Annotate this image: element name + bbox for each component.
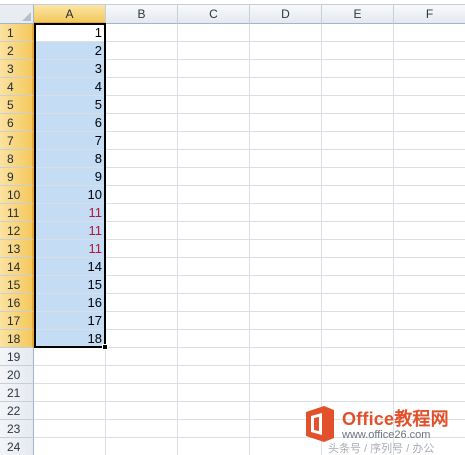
cell-a12[interactable]: 11	[34, 222, 106, 240]
select-all-triangle-icon	[22, 12, 31, 21]
row-header-11[interactable]: 11	[0, 204, 34, 222]
column-headers: A B C D E F	[34, 5, 465, 24]
row-header-1[interactable]: 1	[0, 24, 34, 42]
cell-a1[interactable]: 1	[34, 24, 106, 42]
column-header-e[interactable]: E	[322, 5, 394, 24]
row-header-5[interactable]: 5	[0, 96, 34, 114]
cell-a15[interactable]: 15	[34, 276, 106, 294]
row-header-2[interactable]: 2	[0, 42, 34, 60]
row-header-6[interactable]: 6	[0, 114, 34, 132]
watermark-subtitle: 头条号 / 序列号 / 办公	[328, 443, 435, 455]
cell-a9[interactable]: 9	[34, 168, 106, 186]
column-header-f[interactable]: F	[394, 5, 465, 24]
cell-a4[interactable]: 4	[34, 78, 106, 96]
spreadsheet-window: A B C D E F 1 2 3 4 5 6 7 8 9 10 11 12 13 14 15 16 17 18 1…	[0, 0, 465, 455]
column-header-d[interactable]: D	[250, 5, 322, 24]
row-header-8[interactable]: 8	[0, 150, 34, 168]
cell-a3[interactable]: 3	[34, 60, 106, 78]
column-header-c[interactable]: C	[178, 5, 250, 24]
row-header-12[interactable]: 12	[0, 222, 34, 240]
row-header-20[interactable]: 20	[0, 366, 34, 384]
cell-a13[interactable]: 11	[34, 240, 106, 258]
fill-handle[interactable]	[102, 344, 108, 350]
column-a-cells: 1 2 3 4 5 6 7 8 9 10 11 11 11 14 15 16 17 18	[34, 24, 106, 348]
cell-a8[interactable]: 8	[34, 150, 106, 168]
row-headers: 1 2 3 4 5 6 7 8 9 10 11 12 13 14 15 16 17 18 19 20 21 22 23 24	[0, 24, 34, 455]
column-header-b[interactable]: B	[106, 5, 178, 24]
cell-a18[interactable]: 18	[34, 330, 106, 348]
row-header-24[interactable]: 24	[0, 438, 34, 455]
cell-a6[interactable]: 6	[34, 114, 106, 132]
row-header-22[interactable]: 22	[0, 402, 34, 420]
row-header-15[interactable]: 15	[0, 276, 34, 294]
cell-a11[interactable]: 11	[34, 204, 106, 222]
row-header-3[interactable]: 3	[0, 60, 34, 78]
row-header-14[interactable]: 14	[0, 258, 34, 276]
row-header-9[interactable]: 9	[0, 168, 34, 186]
row-header-18[interactable]: 18	[0, 330, 34, 348]
row-header-4[interactable]: 4	[0, 78, 34, 96]
row-header-10[interactable]: 10	[0, 186, 34, 204]
watermark: Office教程网 www.office26.com 头条号 / 序列号 / 办…	[298, 402, 465, 455]
column-header-a[interactable]: A	[34, 5, 106, 24]
watermark-title: Office教程网	[342, 409, 449, 429]
cell-a7[interactable]: 7	[34, 132, 106, 150]
office-logo-icon	[306, 406, 334, 442]
cell-a16[interactable]: 16	[34, 294, 106, 312]
row-header-13[interactable]: 13	[0, 240, 34, 258]
cell-a5[interactable]: 5	[34, 96, 106, 114]
cell-a14[interactable]: 14	[34, 258, 106, 276]
row-header-19[interactable]: 19	[0, 348, 34, 366]
row-header-23[interactable]: 23	[0, 420, 34, 438]
row-header-7[interactable]: 7	[0, 132, 34, 150]
row-header-21[interactable]: 21	[0, 384, 34, 402]
cell-a2[interactable]: 2	[34, 42, 106, 60]
cell-a17[interactable]: 17	[34, 312, 106, 330]
select-all-button[interactable]	[0, 5, 34, 24]
row-header-16[interactable]: 16	[0, 294, 34, 312]
row-header-17[interactable]: 17	[0, 312, 34, 330]
cell-a10[interactable]: 10	[34, 186, 106, 204]
